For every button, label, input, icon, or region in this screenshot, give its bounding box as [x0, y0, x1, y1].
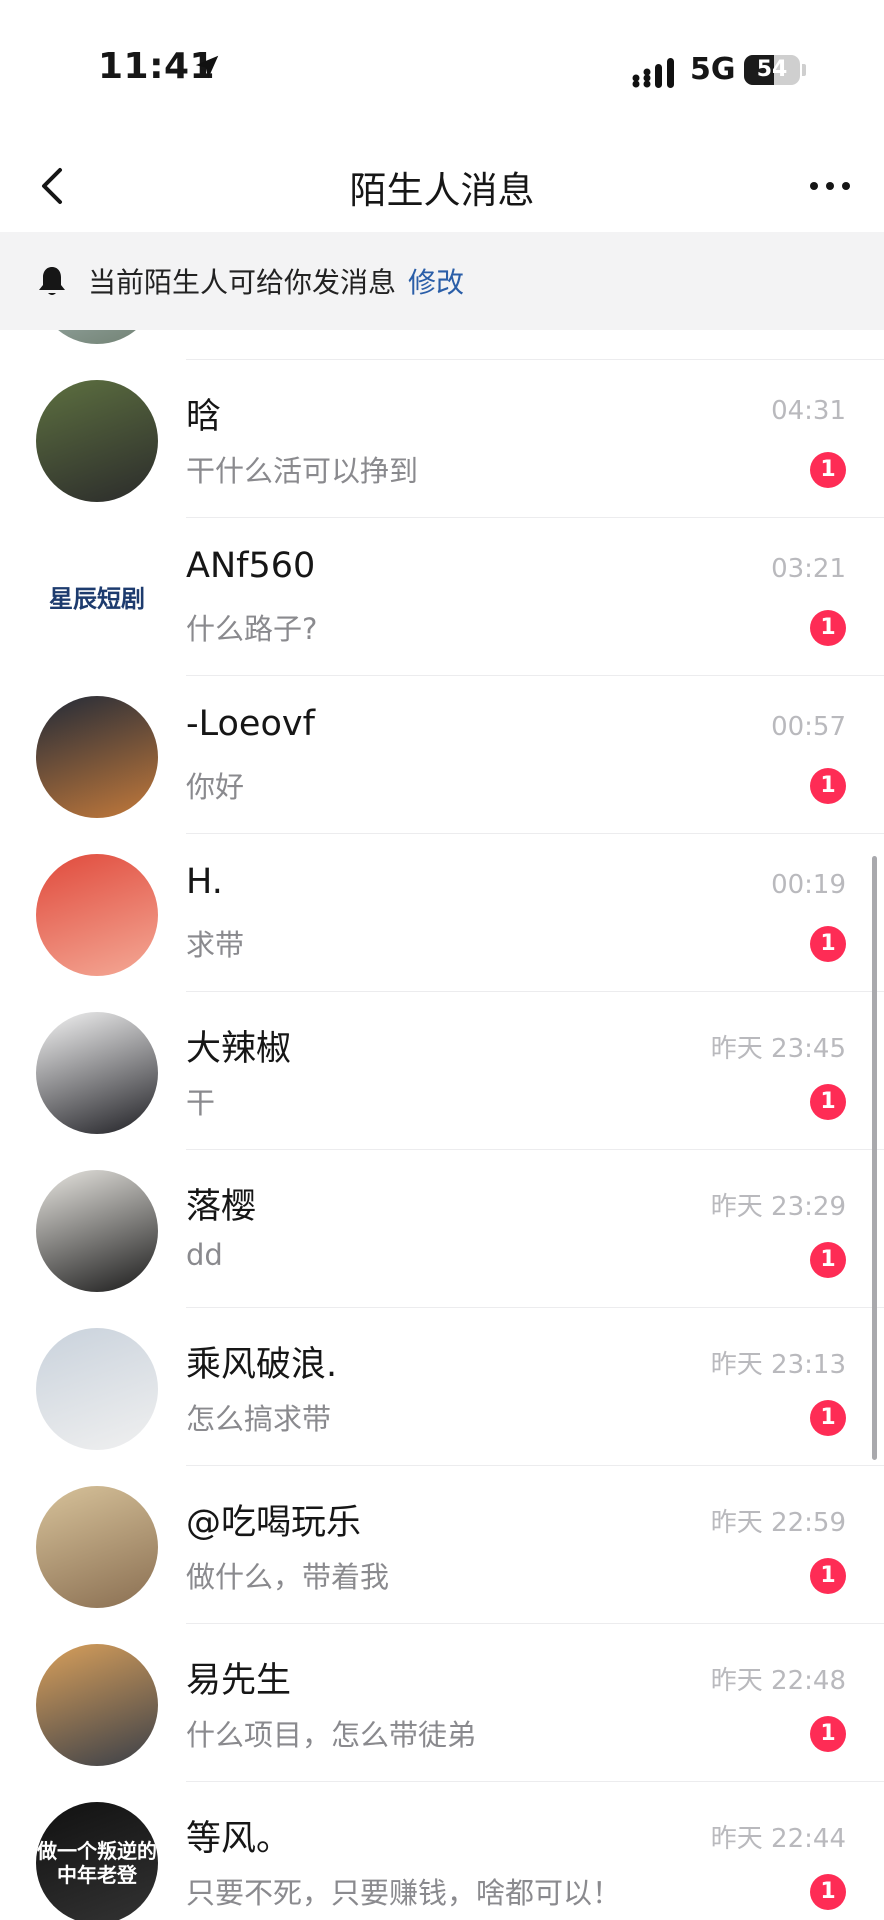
- unread-badge: 1: [810, 1716, 846, 1752]
- message-preview: 只要不死，只要赚钱，啥都可以！: [186, 1876, 622, 1910]
- contact-name: H.: [186, 862, 223, 902]
- message-time: 04:31: [771, 396, 846, 426]
- contact-name: 落樱: [186, 1187, 257, 1227]
- signal-icon: [632, 58, 674, 88]
- message-time: 03:21: [771, 554, 846, 584]
- avatar-logo-text: 星辰短剧: [49, 585, 145, 613]
- evening-street-avatar[interactable]: [36, 1644, 158, 1766]
- bell-icon: [39, 267, 65, 295]
- white-car-avatar[interactable]: [36, 1328, 158, 1450]
- unread-badge: 1: [810, 926, 846, 962]
- man-seated-photo-avatar[interactable]: [36, 380, 158, 502]
- unread-badge: 1: [810, 1084, 846, 1120]
- contact-name: ANf560: [186, 546, 316, 586]
- message-preview: dd: [186, 1238, 223, 1272]
- scrollbar[interactable]: [872, 856, 877, 1460]
- network-type: 5G: [690, 52, 736, 87]
- contact-name: 乘风破浪.: [186, 1345, 338, 1385]
- status-bar: 11:41 5G 54: [0, 0, 884, 140]
- battery-percent: 54: [756, 57, 788, 82]
- message-time: 昨天 23:45: [710, 1034, 846, 1064]
- man-holding-baby-avatar[interactable]: [36, 1012, 158, 1134]
- conversation-row[interactable]: H. 00:19 求带 1: [0, 834, 884, 992]
- message-time: 00:19: [771, 870, 846, 900]
- contact-name: -Loeovf: [186, 704, 315, 744]
- stranger-notice-bar: 当前陌生人可给你发消息 修改: [0, 232, 884, 330]
- message-preview: 做什么，带着我: [186, 1560, 390, 1594]
- unread-badge: 1: [810, 768, 846, 804]
- sunset-sky-avatar[interactable]: [36, 696, 158, 818]
- message-preview: 什么路子?: [186, 612, 318, 646]
- contact-name: 晗: [186, 397, 222, 437]
- conversation-list-scroll: 来1晗04:31干什么活可以挣到1星辰短剧ANf56003:21什么路子?1-L…: [0, 330, 884, 1920]
- conversation-row[interactable]: 来1: [0, 330, 884, 360]
- lakeside-photo-avatar[interactable]: [36, 330, 158, 344]
- message-preview: 怎么搞求带: [186, 1402, 332, 1436]
- avatar-logo-text: 做一个叛逆的中年老登: [37, 1839, 157, 1887]
- conversation-row[interactable]: 做一个叛逆的中年老登 等风。 昨天 22:44 只要不死，只要赚钱，啥都可以！ 1: [0, 1782, 884, 1920]
- unread-badge: 1: [810, 1242, 846, 1278]
- more-options-icon[interactable]: [802, 158, 858, 214]
- battery-icon: 54: [744, 55, 800, 85]
- unread-badge: 1: [810, 610, 846, 646]
- conversation-list: 来1晗04:31干什么活可以挣到1星辰短剧ANf56003:21什么路子?1-L…: [0, 330, 884, 1920]
- unread-badge: 1: [810, 1400, 846, 1436]
- conversation-row[interactable]: -Loeovf 00:57 你好 1: [0, 676, 884, 834]
- message-time: 昨天 22:48: [710, 1666, 846, 1696]
- contact-name: 等风。: [186, 1819, 292, 1859]
- cartoon-red-face-avatar[interactable]: [36, 854, 158, 976]
- conversation-row[interactable]: 晗 04:31 干什么活可以挣到 1: [0, 360, 884, 518]
- message-preview: 干什么活可以挣到: [186, 454, 419, 488]
- plaza-building-avatar[interactable]: [36, 1486, 158, 1608]
- text-poster-avatar[interactable]: 做一个叛逆的中年老登: [36, 1802, 158, 1920]
- message-time: 昨天 23:13: [710, 1350, 846, 1380]
- message-preview: 什么项目，怎么带徒弟: [186, 1718, 477, 1752]
- message-time: 00:57: [771, 712, 846, 742]
- nav-bar: 陌生人消息: [0, 140, 884, 232]
- conversation-row[interactable]: 易先生 昨天 22:48 什么项目，怎么带徒弟 1: [0, 1624, 884, 1782]
- conversation-row[interactable]: 星辰短剧 ANf560 03:21 什么路子? 1: [0, 518, 884, 676]
- modify-link[interactable]: 修改: [408, 261, 464, 301]
- conversation-row[interactable]: 大辣椒 昨天 23:45 干 1: [0, 992, 884, 1150]
- message-time: 昨天 22:44: [710, 1824, 846, 1854]
- message-time: 昨天 22:59: [710, 1508, 846, 1538]
- notice-text: 当前陌生人可给你发消息: [88, 266, 397, 299]
- conversation-row[interactable]: 落樱 昨天 23:29 dd 1: [0, 1150, 884, 1308]
- conversation-row[interactable]: 乘风破浪. 昨天 23:13 怎么搞求带 1: [0, 1308, 884, 1466]
- unread-badge: 1: [810, 1874, 846, 1910]
- unread-badge: 1: [810, 1558, 846, 1594]
- calligraphy-logo-avatar[interactable]: 星辰短剧: [36, 538, 158, 660]
- contact-name: 大辣椒: [186, 1029, 292, 1069]
- contact-name: @吃喝玩乐: [186, 1503, 362, 1543]
- message-preview: 来: [186, 330, 215, 332]
- contact-name: 易先生: [186, 1661, 292, 1701]
- message-preview: 你好: [186, 770, 245, 804]
- page-title: 陌生人消息: [349, 169, 535, 212]
- conversation-row[interactable]: @吃喝玩乐 昨天 22:59 做什么，带着我 1: [0, 1466, 884, 1624]
- unread-badge: 1: [810, 452, 846, 488]
- message-preview: 干: [186, 1086, 216, 1120]
- message-preview: 求带: [186, 928, 245, 962]
- location-arrow-icon: [195, 55, 219, 79]
- suit-money-avatar[interactable]: [36, 1170, 158, 1292]
- battery-tip: [802, 64, 806, 76]
- message-time: 昨天 23:29: [710, 1192, 846, 1222]
